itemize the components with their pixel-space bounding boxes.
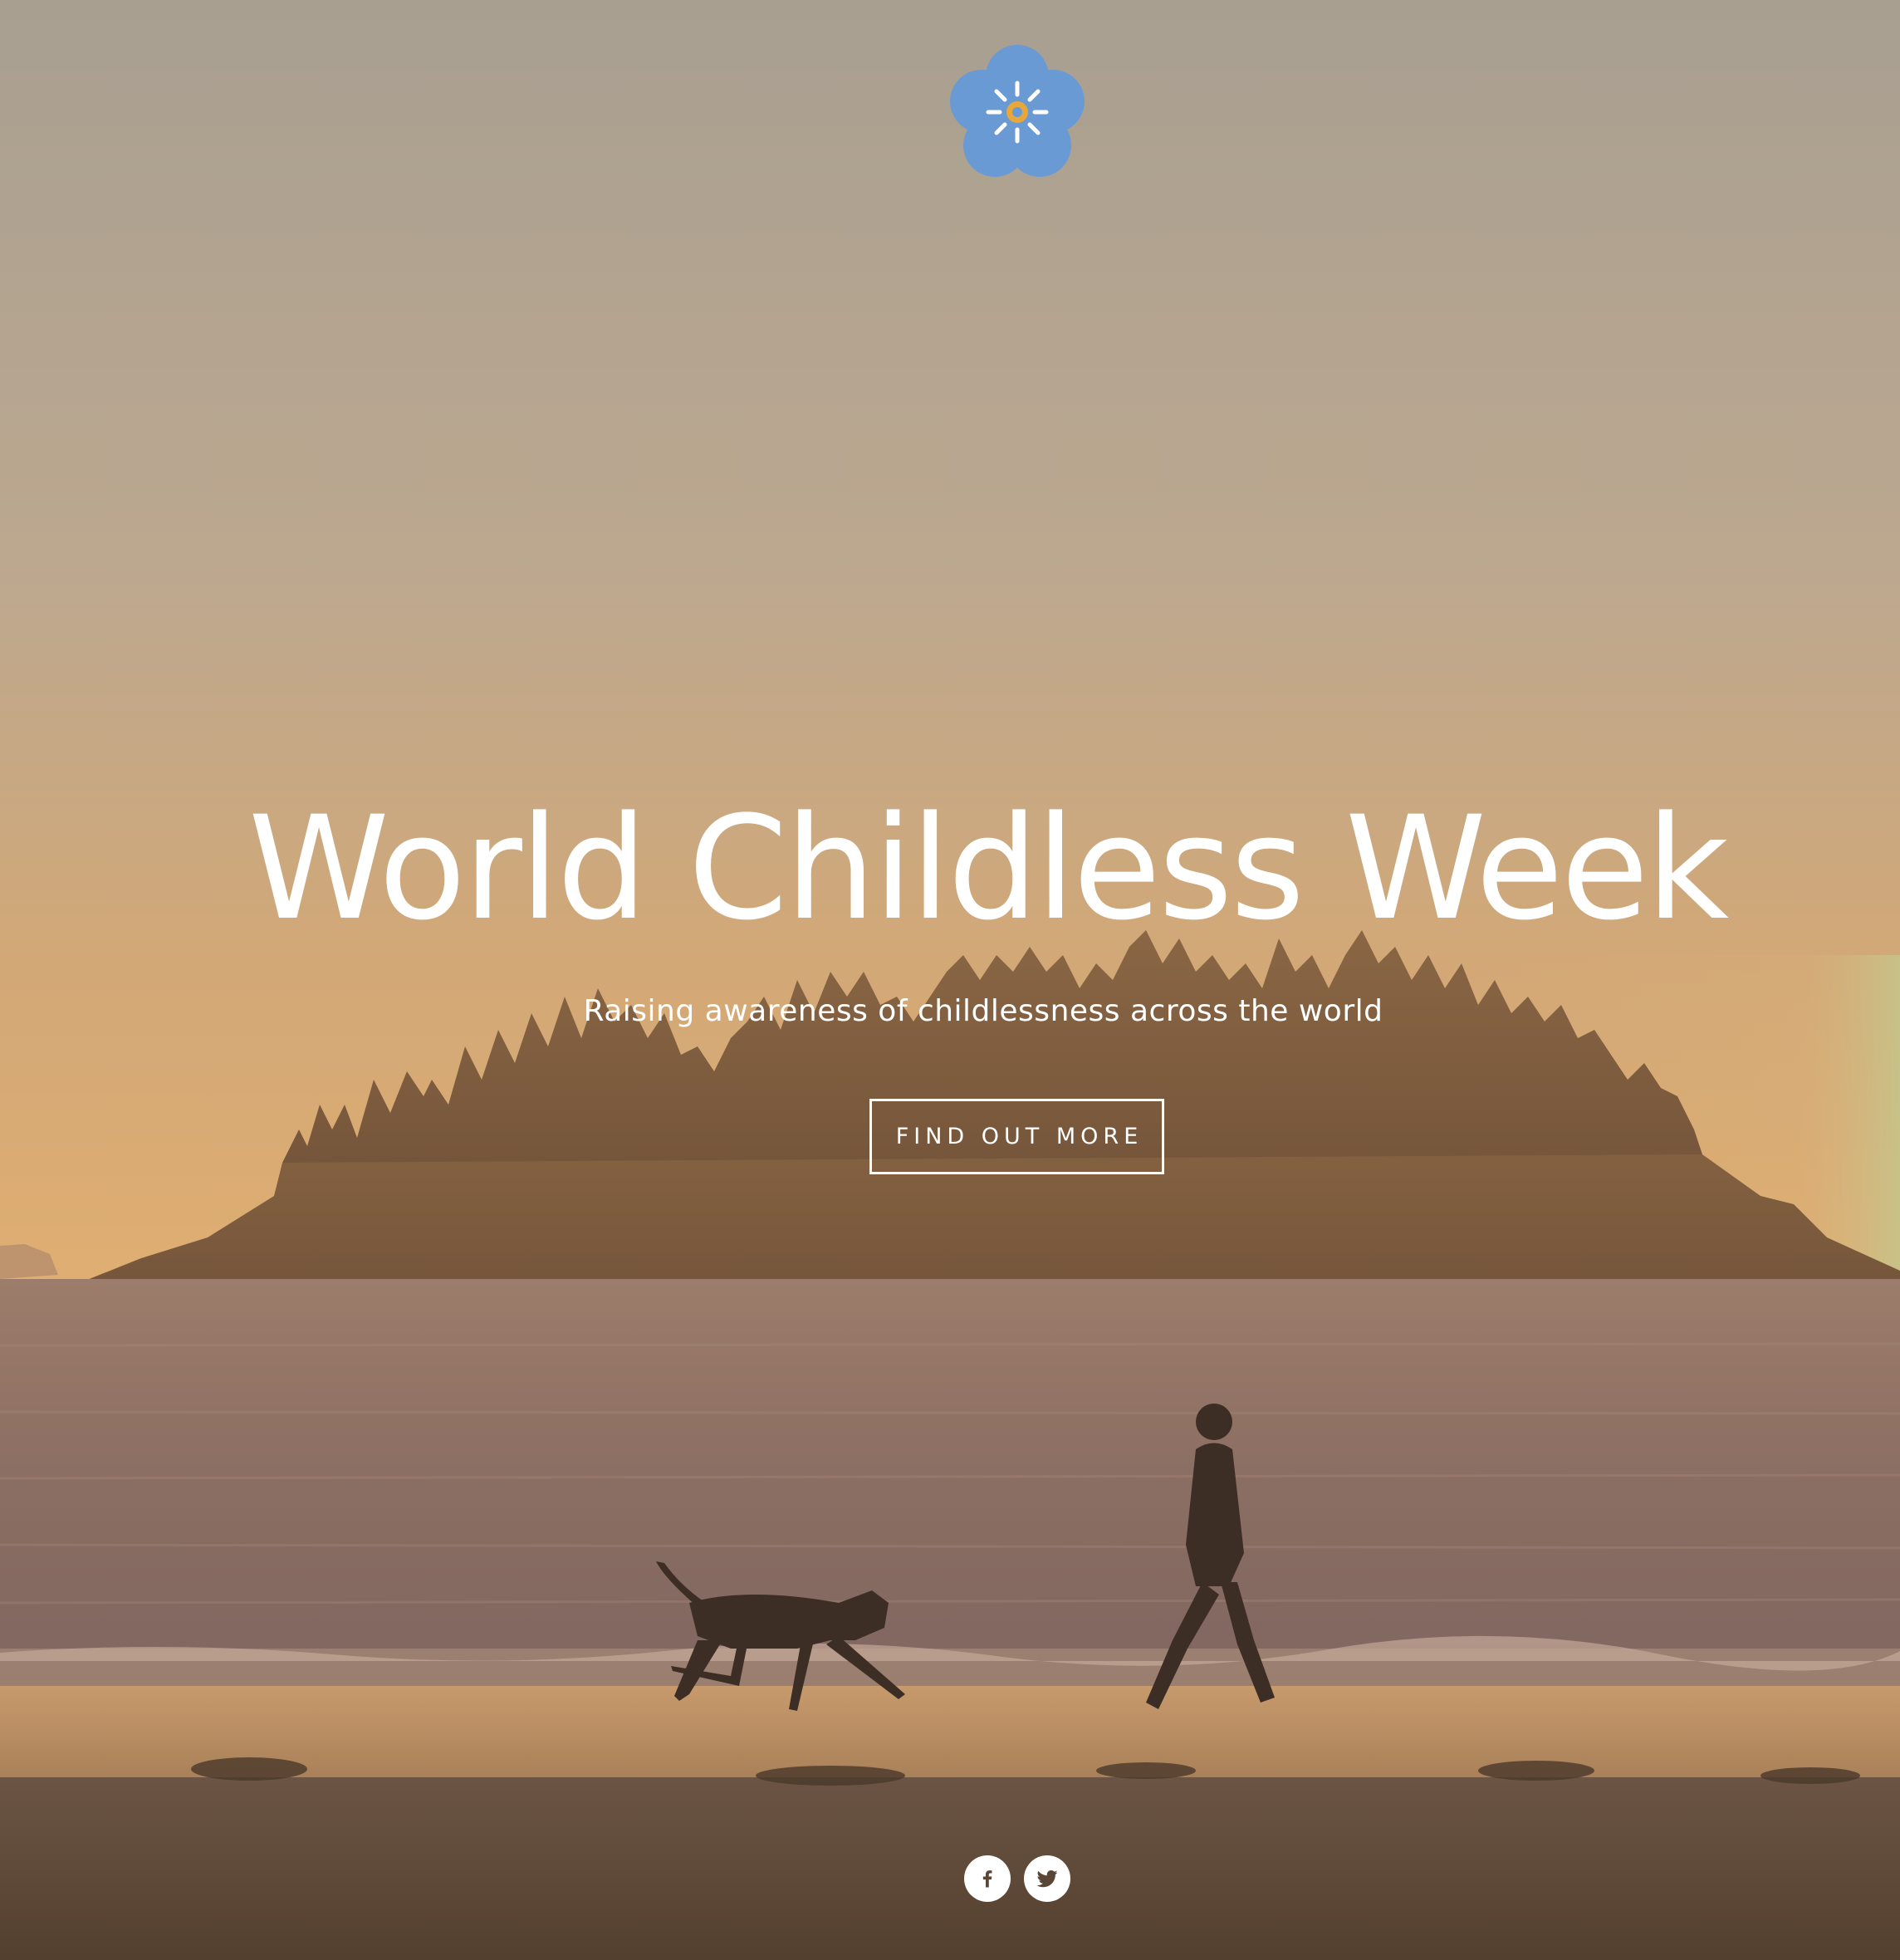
twitter-link[interactable]: [1024, 1855, 1070, 1902]
twitter-icon: [1036, 1870, 1058, 1888]
hero-page: World Childless Week Raising awareness o…: [0, 0, 1900, 1960]
forget-me-not-flower-icon: [950, 45, 1085, 177]
find-out-more-label: FIND OUT MORE: [895, 1124, 1143, 1149]
site-logo[interactable]: [938, 33, 1096, 191]
hero-subtitle: Raising awareness of childlessness acros…: [583, 994, 1383, 1028]
facebook-link[interactable]: [964, 1855, 1011, 1902]
hero-background-image: [0, 0, 1900, 1960]
hero-title: World Childless Week: [247, 785, 1729, 952]
facebook-icon: [982, 1870, 992, 1888]
find-out-more-button[interactable]: FIND OUT MORE: [869, 1099, 1164, 1174]
